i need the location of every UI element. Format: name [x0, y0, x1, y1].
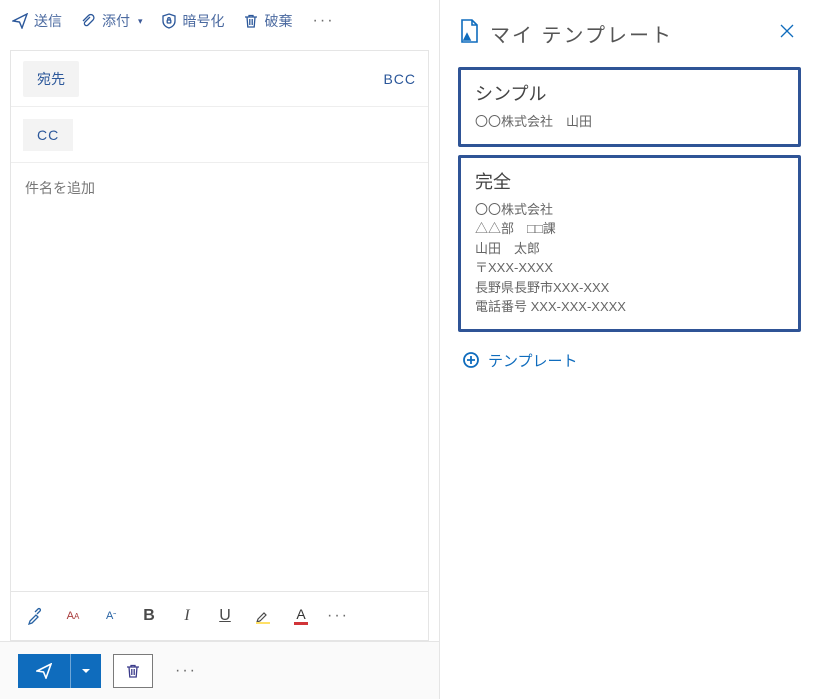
format-bar-wrap: AA A˜ B I U A ···: [10, 591, 429, 641]
font-size-increase-button[interactable]: A˜: [99, 604, 123, 628]
templates-pane: マイ テンプレート シンプル 〇〇株式会社 山田 完全 〇〇株式会社 △△部 □…: [440, 0, 815, 699]
template-preview: 〇〇株式会社 山田: [475, 112, 784, 132]
send-label: 送信: [34, 11, 62, 31]
font-color-button[interactable]: A: [289, 604, 313, 628]
template-doc-icon: [458, 18, 480, 49]
subject-row: [11, 163, 428, 213]
recipients-block: 宛先 BCC CC: [10, 50, 429, 213]
send-button[interactable]: 送信: [4, 5, 70, 37]
paperclip-icon: [80, 13, 96, 29]
template-name: 完全: [475, 168, 784, 194]
template-name: シンプル: [475, 80, 784, 106]
to-row: 宛先 BCC: [11, 51, 428, 107]
format-bar: AA A˜ B I U A ···: [11, 592, 428, 640]
shield-icon: [161, 13, 177, 29]
encrypt-button[interactable]: 暗号化: [153, 5, 233, 37]
close-icon[interactable]: [773, 19, 801, 48]
format-more-button[interactable]: ···: [327, 607, 349, 625]
italic-button[interactable]: I: [175, 604, 199, 628]
send-split-button[interactable]: [70, 654, 101, 688]
template-card[interactable]: シンプル 〇〇株式会社 山田: [458, 67, 801, 147]
send-primary-button[interactable]: [18, 654, 101, 688]
message-body[interactable]: [10, 213, 429, 591]
discard-primary-button[interactable]: [113, 654, 153, 688]
to-button[interactable]: 宛先: [23, 61, 79, 97]
templates-header: マイ テンプレート: [458, 18, 801, 49]
plus-circle-icon: [462, 351, 480, 369]
more-options-button[interactable]: ···: [303, 6, 345, 36]
compose-toolbar: 送信 添付 ▾ 暗号化 破棄 ···: [0, 0, 439, 42]
add-template-label: テンプレート: [488, 350, 578, 371]
cc-row: CC: [11, 107, 428, 163]
bcc-toggle[interactable]: BCC: [383, 71, 416, 87]
encrypt-label: 暗号化: [183, 11, 225, 31]
format-painter-icon[interactable]: [23, 604, 47, 628]
action-more-button[interactable]: ···: [165, 656, 207, 686]
subject-input[interactable]: [25, 180, 414, 196]
compose-pane: 送信 添付 ▾ 暗号化 破棄 ··· 宛先 BCC CC: [0, 0, 440, 699]
template-preview: 〇〇株式会社 △△部 □□課 山田 太郎 〒XXX-XXXX 長野県長野市XXX…: [475, 200, 784, 317]
cc-button[interactable]: CC: [23, 119, 73, 151]
add-template-button[interactable]: テンプレート: [458, 340, 801, 381]
send-icon: [12, 13, 28, 29]
highlight-button[interactable]: [251, 604, 275, 628]
send-main[interactable]: [18, 654, 70, 688]
discard-label: 破棄: [265, 11, 293, 31]
action-bar: ···: [0, 641, 439, 699]
trash-icon: [243, 13, 259, 29]
font-size-decrease-button[interactable]: AA: [61, 604, 85, 628]
attach-button[interactable]: 添付 ▾: [72, 5, 151, 37]
discard-button[interactable]: 破棄: [235, 5, 301, 37]
templates-title: マイ テンプレート: [490, 19, 763, 48]
template-card[interactable]: 完全 〇〇株式会社 △△部 □□課 山田 太郎 〒XXX-XXXX 長野県長野市…: [458, 155, 801, 332]
chevron-down-icon: ▾: [138, 16, 143, 27]
attach-label: 添付: [102, 11, 130, 31]
bold-button[interactable]: B: [137, 604, 161, 628]
underline-button[interactable]: U: [213, 604, 237, 628]
